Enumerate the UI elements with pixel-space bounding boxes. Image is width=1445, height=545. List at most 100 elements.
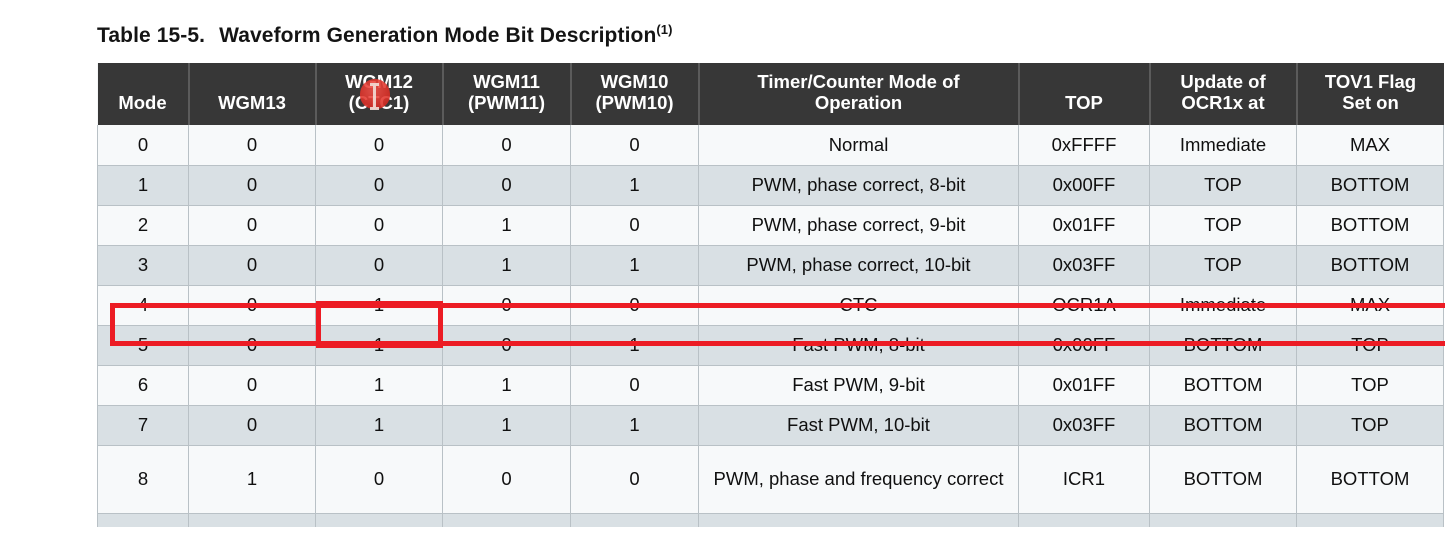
column-header-line1: Mode [118, 92, 167, 114]
column-header-wgm12: WGM12 (CTC1) [314, 63, 443, 126]
cell-tov: MAX [1296, 285, 1444, 326]
cell-wgm13: 0 [188, 205, 316, 246]
column-header-top: TOP [1017, 63, 1150, 126]
table-header-row: Mode WGM13 WGM12 (CTC1) WGM11 (PWM11) WGM10 (PW… [97, 63, 1444, 126]
cell-wgm10: 1 [570, 245, 699, 286]
cell-wgm13: 0 [188, 165, 316, 206]
cell-mode [97, 513, 189, 528]
cell-wgm10: 0 [570, 365, 699, 406]
column-header-oper: Timer/Counter Mode of Operation [697, 63, 1019, 126]
cell-mode: 7 [97, 405, 189, 446]
cell-wgm13: 0 [188, 405, 316, 446]
cell-wgm12: 0 [315, 165, 443, 206]
cell-upd: TOP [1149, 245, 1297, 286]
cell-top: 0x01FF [1018, 205, 1150, 246]
cell-wgm11: 1 [442, 405, 571, 446]
column-header-line2: OCR1x at [1181, 92, 1265, 114]
column-header-line1: WGM12 [345, 71, 413, 92]
cell-tov: BOTTOM [1296, 205, 1444, 246]
column-header-line2: Operation [814, 92, 903, 114]
cell-tov: TOP [1296, 325, 1444, 366]
cell-top: OCR1A [1018, 285, 1150, 326]
cell-wgm11: 0 [442, 445, 571, 514]
column-header-line1: WGM10 [600, 71, 669, 92]
table-header: Mode WGM13 WGM12 (CTC1) WGM11 (PWM11) WGM10 (PW… [97, 63, 1444, 126]
column-header-line1: Timer/Counter Mode of [757, 71, 960, 92]
cell-wgm13: 0 [188, 365, 316, 406]
cell-oper: CTC [698, 285, 1019, 326]
cell-wgm10: 0 [570, 125, 699, 166]
cell-upd: BOTTOM [1149, 405, 1297, 446]
column-header-line2: (CTC1) [348, 92, 410, 114]
cell-upd: BOTTOM [1149, 365, 1297, 406]
column-header-upd: Update of OCR1x at [1148, 63, 1297, 126]
cell-wgm11: 1 [442, 205, 571, 246]
cell-wgm10: 1 [570, 165, 699, 206]
cell-wgm11 [442, 513, 571, 528]
cell-tov [1296, 513, 1444, 528]
cell-wgm12: 0 [315, 245, 443, 286]
cell-upd: TOP [1149, 205, 1297, 246]
cell-oper: Normal [698, 125, 1019, 166]
column-header-wgm11: WGM11 (PWM11) [441, 63, 571, 126]
cell-top: 0x00FF [1018, 325, 1150, 366]
column-header-mode: Mode [97, 63, 189, 126]
cell-wgm10: 0 [570, 205, 699, 246]
cell-top: 0x00FF [1018, 165, 1150, 206]
cell-oper: Fast PWM, 10-bit [698, 405, 1019, 446]
table-caption-title: Waveform Generation Mode Bit Description [219, 24, 657, 47]
column-header-line1: Update of [1180, 71, 1266, 92]
cell-wgm11: 1 [442, 245, 571, 286]
cell-wgm13 [188, 513, 316, 528]
cell-upd [1149, 513, 1297, 528]
cell-mode: 0 [97, 125, 189, 166]
column-header-wgm13: WGM13 [187, 63, 316, 126]
cell-mode: 3 [97, 245, 189, 286]
cell-upd: BOTTOM [1149, 325, 1297, 366]
cell-mode: 6 [97, 365, 189, 406]
column-header-line1: TOV1 Flag [1324, 71, 1417, 92]
cell-upd: BOTTOM [1149, 445, 1297, 514]
cell-wgm13: 0 [188, 325, 316, 366]
table-caption-footnote-ref: (1) [656, 22, 673, 37]
cell-upd: Immediate [1149, 285, 1297, 326]
cell-oper [698, 513, 1019, 528]
cell-wgm13: 0 [188, 285, 316, 326]
cell-top [1018, 513, 1150, 528]
cell-mode: 4 [97, 285, 189, 326]
cell-wgm13: 1 [188, 445, 316, 514]
cell-wgm13: 0 [188, 125, 316, 166]
table-row: 8 1 0 0 0 PWM, phase and frequency correct ICR… [97, 445, 1444, 514]
column-header-line1: TOP [1065, 92, 1103, 114]
cell-wgm10: 0 [570, 445, 699, 514]
cell-mode: 1 [97, 165, 189, 206]
cell-wgm11: 0 [442, 165, 571, 206]
cell-oper: PWM, phase correct, 9-bit [698, 205, 1019, 246]
cell-tov: BOTTOM [1296, 245, 1444, 286]
column-header-wgm10: WGM10 (PWM10) [569, 63, 699, 126]
column-header-line2: (PWM10) [595, 92, 674, 114]
cell-wgm12 [315, 513, 443, 528]
table-body: 0 0 0 0 0 Normal 0xFFFF Immediate MAX 1 0 0 0 1 PWM, p… [97, 125, 1444, 528]
table-caption: Table 15-5. Waveform Generation Mode Bit … [97, 22, 673, 48]
cell-top: 0x03FF [1018, 405, 1150, 446]
cell-wgm13: 0 [188, 245, 316, 286]
cell-upd: Immediate [1149, 125, 1297, 166]
cell-top: 0x03FF [1018, 245, 1150, 286]
cell-oper: PWM, phase and frequency correct [698, 445, 1019, 514]
waveform-generation-mode-table-wrapper: Mode WGM13 WGM12 (CTC1) WGM11 (PWM11) WGM10 (PW… [97, 63, 1444, 528]
cell-wgm11: 0 [442, 325, 571, 366]
cell-mode: 8 [97, 445, 189, 514]
column-header-line1: WGM11 [473, 71, 540, 92]
cell-wgm10: 1 [570, 325, 699, 366]
document-page: Table 15-5. Waveform Generation Mode Bit … [0, 0, 1445, 545]
cell-wgm12: 0 [315, 205, 443, 246]
table-row: 7 0 1 1 1 Fast PWM, 10-bit 0x03FF BOTTOM TOP [97, 405, 1444, 446]
table-row: 4 0 1 0 0 CTC OCR1A Immediate MAX [97, 285, 1444, 326]
table-row [97, 513, 1444, 528]
cell-wgm12: 0 [315, 125, 443, 166]
cell-oper: Fast PWM, 8-bit [698, 325, 1019, 366]
cell-oper: PWM, phase correct, 10-bit [698, 245, 1019, 286]
cell-wgm10: 0 [570, 285, 699, 326]
cell-wgm12: 0 [315, 445, 443, 514]
